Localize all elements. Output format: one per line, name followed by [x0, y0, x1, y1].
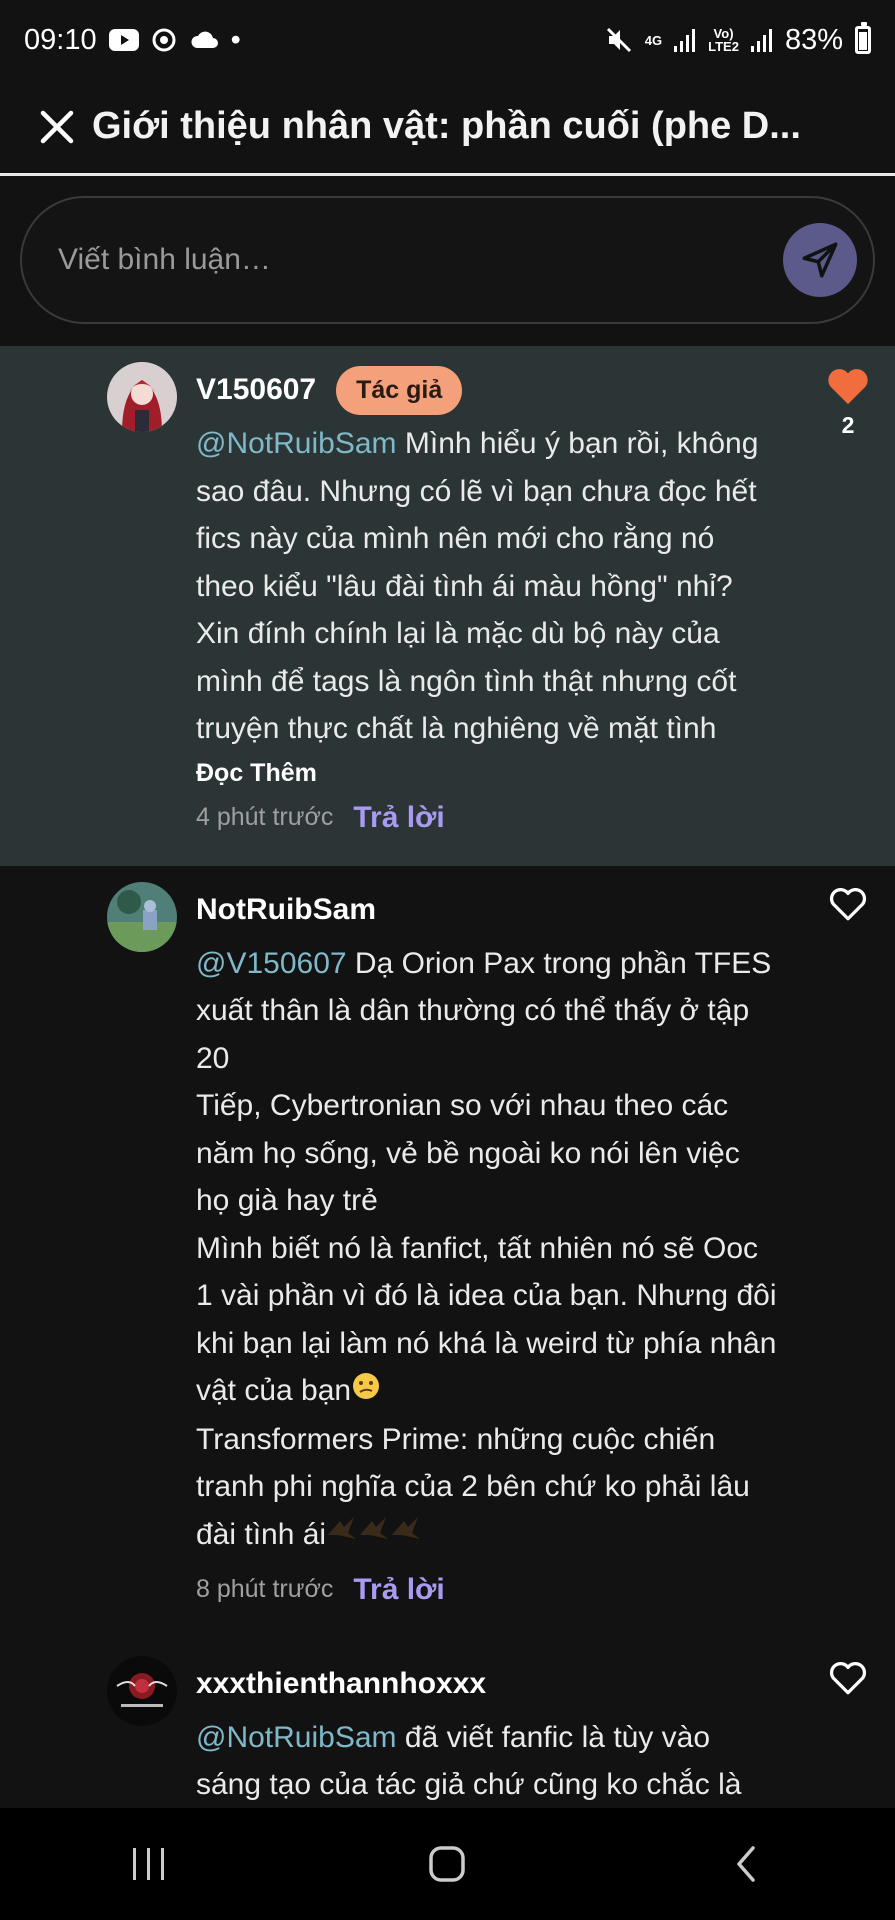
comment-meta: 4 phút trước Trả lời	[196, 796, 780, 840]
read-more-link[interactable]: Đọc Thêm	[196, 759, 317, 788]
comment-item: V150607 Tác giả @NotRuibSam Mình hiểu ý …	[0, 346, 895, 866]
comment-paragraph: Transformers Prime: những cuộc chiến tra…	[196, 1416, 780, 1560]
battery-percent: 83%	[784, 23, 843, 56]
avatar[interactable]	[107, 362, 177, 432]
comment-content: Mình biết nó là fanfict, tất nhiên nó sẽ…	[196, 1231, 777, 1408]
comment-paragraph: Mình biết nó là fanfict, tất nhiên nó sẽ…	[196, 1225, 780, 1416]
notification-dot: •	[230, 23, 241, 56]
comment-body: NotRuibSam @V150607 Dạ Orion Pax trong p…	[196, 882, 780, 1612]
comment-header: xxxthienthannhoxxx	[196, 1656, 780, 1712]
network-lte-label: LTE2	[708, 39, 739, 54]
reply-button[interactable]: Trả lời	[353, 1573, 444, 1607]
comment-paragraph: @V150607 Dạ Orion Pax trong phần TFES xu…	[196, 940, 780, 1083]
network-4g-label: 4G	[644, 32, 663, 48]
status-time: 09:10	[24, 23, 97, 56]
comment-input-box	[20, 196, 875, 324]
reply-button[interactable]: Trả lời	[353, 801, 444, 835]
author-badge: Tác giả	[336, 365, 463, 415]
comment-composer	[0, 176, 895, 346]
send-button[interactable]	[783, 223, 857, 297]
status-bar: 09:10 • 4G Vo) LTE2 83%	[0, 0, 895, 80]
like-count: 2	[841, 412, 855, 438]
comment-item: xxxthienthannhoxxx @NotRuibSam đã viết f…	[0, 1632, 895, 1808]
back-icon	[737, 1846, 755, 1882]
comment-text: @V150607 Dạ Orion Pax trong phần TFES xu…	[196, 940, 780, 1560]
comment-body: V150607 Tác giả @NotRuibSam Mình hiểu ý …	[196, 362, 780, 840]
header: Giới thiệu nhân vật: phần cuối (phe D...	[0, 80, 895, 176]
comment-input[interactable]	[58, 243, 783, 277]
status-right: 4G Vo) LTE2 83%	[605, 22, 871, 57]
comment-content: Mình hiểu ý bạn rồi, không sao đâu. Nhưn…	[196, 427, 759, 745]
heart-outline-icon	[829, 887, 867, 920]
system-nav-bar	[0, 1808, 895, 1920]
cloud-icon	[189, 30, 219, 50]
home-button[interactable]	[387, 1824, 507, 1904]
timestamp: 8 phút trước	[196, 1575, 334, 1604]
comment-header: NotRuibSam	[196, 882, 780, 938]
comment-body: xxxthienthannhoxxx @NotRuibSam đã viết f…	[196, 1656, 780, 1808]
mention-link[interactable]: @NotRuibSam	[196, 427, 397, 460]
signal-icon	[674, 28, 696, 52]
mention-link[interactable]: @NotRuibSam	[196, 1721, 397, 1754]
home-icon	[429, 1846, 466, 1882]
username[interactable]: V150607	[196, 373, 316, 407]
like-button[interactable]	[821, 886, 875, 922]
heart-outline-icon	[829, 1661, 867, 1695]
send-icon	[802, 242, 838, 278]
mention-link[interactable]: @V150607	[196, 947, 347, 980]
recent-apps-button[interactable]	[89, 1824, 209, 1904]
close-icon[interactable]	[36, 106, 78, 148]
sync-icon	[151, 27, 177, 53]
status-left: 09:10 •	[24, 24, 241, 57]
signal-2-icon	[750, 28, 773, 52]
heart-filled-icon	[828, 369, 868, 405]
timestamp: 4 phút trước	[196, 803, 334, 831]
like-button[interactable]: 2	[821, 366, 875, 439]
eagle-icon	[326, 1512, 422, 1560]
username[interactable]: xxxthienthannhoxxx	[196, 1667, 486, 1701]
comment-item: NotRuibSam @V150607 Dạ Orion Pax trong p…	[0, 866, 895, 1632]
comment-meta: 8 phút trước Trả lời	[196, 1568, 780, 1612]
comment-list: V150607 Tác giả @NotRuibSam Mình hiểu ý …	[0, 346, 895, 1808]
youtube-icon	[108, 29, 139, 51]
avatar[interactable]	[107, 881, 177, 952]
comment-text: @NotRuibSam đã viết fanfic là tùy vào sá…	[196, 1714, 780, 1808]
recent-apps-icon	[133, 1848, 165, 1880]
network-lte2-label: Vo) LTE2	[708, 27, 739, 53]
confused-face-icon	[351, 1368, 381, 1416]
comment-paragraph: Tiếp, Cybertronian so với nhau theo các …	[196, 1089, 740, 1217]
comment-text: @NotRuibSam Mình hiểu ý bạn rồi, không s…	[196, 420, 780, 753]
username[interactable]: NotRuibSam	[196, 893, 376, 927]
mute-icon	[605, 26, 633, 54]
page-title: Giới thiệu nhân vật: phần cuối (phe D...	[92, 105, 801, 147]
comment-content: Transformers Prime: những cuộc chiến tra…	[196, 1422, 750, 1551]
back-button[interactable]	[686, 1824, 806, 1904]
avatar[interactable]	[107, 1655, 177, 1726]
like-button[interactable]	[821, 1660, 875, 1696]
battery-icon	[855, 22, 871, 54]
comment-header: V150607 Tác giả	[196, 362, 780, 418]
